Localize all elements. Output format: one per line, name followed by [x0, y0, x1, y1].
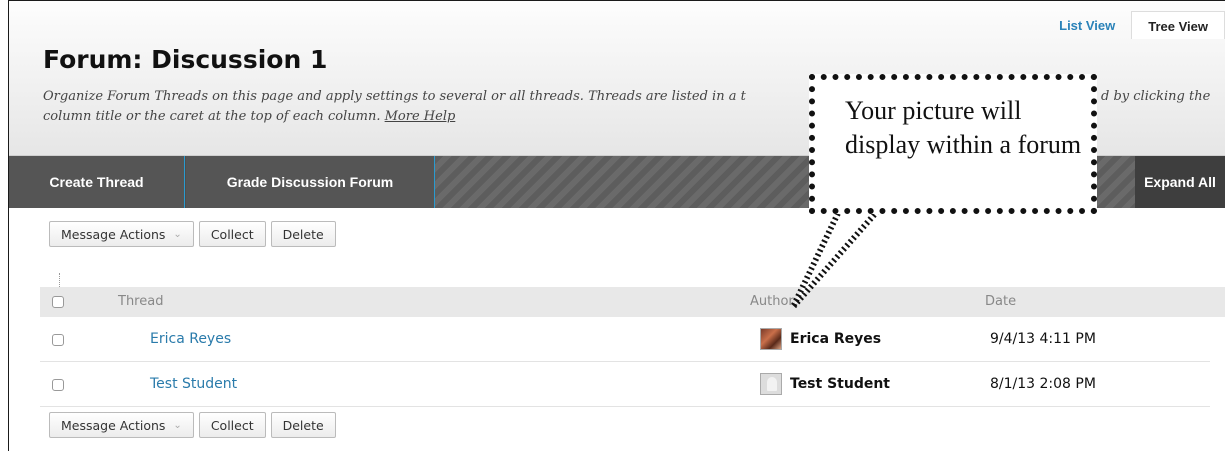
callout-tail	[790, 204, 888, 309]
message-actions-label: Message Actions	[61, 226, 166, 242]
select-all-checkbox[interactable]	[52, 296, 64, 308]
message-actions-button[interactable]: Message Actions ⌄	[49, 412, 194, 438]
create-thread-button[interactable]: Create Thread	[9, 156, 185, 208]
bottom-button-row: Message Actions ⌄ Collect Delete	[49, 412, 336, 442]
description-text-line2: column title or the caret at the top of …	[43, 109, 381, 124]
top-button-row: Message Actions ⌄ Collect Delete	[49, 221, 336, 251]
row-checkbox[interactable]	[52, 379, 64, 391]
table-header: Thread Author Date	[40, 287, 1225, 317]
column-thread[interactable]: Thread	[118, 294, 163, 309]
delete-button[interactable]: Delete	[270, 221, 336, 247]
collect-button[interactable]: Collect	[198, 412, 266, 438]
author-name: Test Student	[790, 376, 891, 392]
column-author[interactable]: Author	[750, 294, 794, 309]
view-tabs: List View Tree View	[1043, 11, 1225, 39]
message-actions-button[interactable]: Message Actions ⌄	[49, 221, 194, 247]
tab-list-view[interactable]: List View	[1043, 11, 1131, 39]
page-title: Forum: Discussion 1	[43, 45, 328, 74]
tab-tree-view[interactable]: Tree View	[1131, 11, 1225, 39]
collect-button[interactable]: Collect	[198, 221, 266, 247]
row-checkbox[interactable]	[52, 334, 64, 346]
delete-button[interactable]: Delete	[270, 412, 336, 438]
post-date: 9/4/13 4:11 PM	[990, 331, 1096, 347]
avatar	[760, 373, 782, 395]
more-help-link[interactable]: More Help	[385, 109, 456, 124]
grade-discussion-forum-button[interactable]: Grade Discussion Forum	[186, 156, 435, 208]
description-text-tail: d by clicking the	[1101, 89, 1211, 104]
message-actions-label: Message Actions	[61, 417, 166, 433]
column-date[interactable]: Date	[985, 294, 1016, 309]
description-text: Organize Forum Threads on this page and …	[43, 89, 746, 104]
callout-box: Your picture will display within a forum	[809, 74, 1097, 214]
chevron-down-icon: ⌄	[173, 228, 182, 240]
expand-all-button[interactable]: Expand All	[1135, 156, 1225, 208]
table-row: Test Student Test Student 8/1/13 2:08 PM	[40, 363, 1210, 407]
author-cell: Erica Reyes	[760, 328, 881, 350]
author-cell: Test Student	[760, 373, 890, 395]
author-name: Erica Reyes	[790, 331, 882, 347]
thread-link[interactable]: Erica Reyes	[150, 331, 231, 347]
avatar	[760, 328, 782, 350]
table-row: Erica Reyes Erica Reyes 9/4/13 4:11 PM	[40, 318, 1210, 362]
callout-text: Your picture will display within a forum	[845, 96, 1082, 159]
post-date: 8/1/13 2:08 PM	[990, 376, 1096, 392]
forum-frame: List View Tree View Forum: Discussion 1 …	[8, 0, 1225, 451]
chevron-down-icon: ⌄	[173, 419, 182, 431]
thread-link[interactable]: Test Student	[150, 376, 237, 392]
